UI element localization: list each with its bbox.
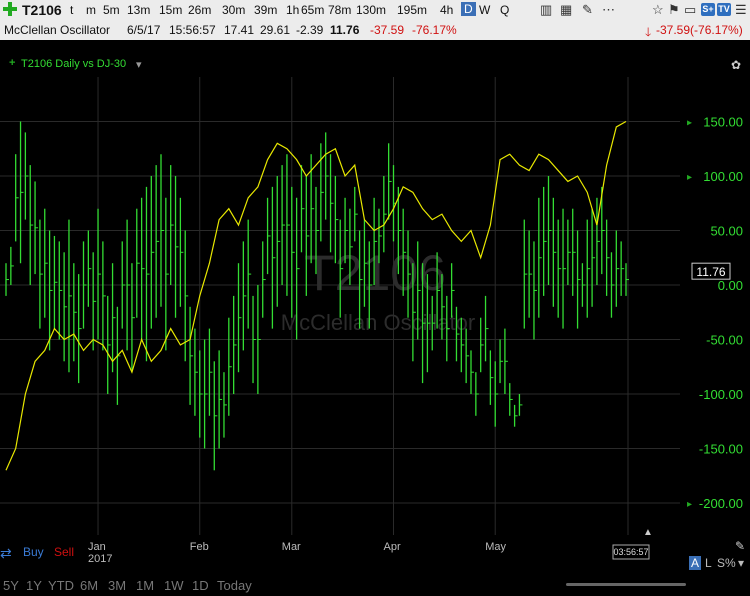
- x-tick-label: Jan: [88, 541, 106, 553]
- add-symbol-icon[interactable]: [3, 2, 17, 16]
- y-tick-label: -100.00: [699, 387, 743, 402]
- axis-marker-icon: ▸: [687, 172, 692, 183]
- range-1y[interactable]: 1Y: [26, 578, 42, 593]
- y-tick-label: -150.00: [699, 442, 743, 457]
- horizontal-scrollbar[interactable]: [566, 583, 686, 586]
- symbol-label[interactable]: T2106: [22, 2, 62, 18]
- range-bar: 5Y 1Y YTD 6M 3M 1M 1W 1D Today: [0, 576, 750, 596]
- favorite-star-icon[interactable]: ☆: [652, 2, 664, 18]
- chart-title[interactable]: T2106 Daily vs DJ-30: [21, 58, 126, 70]
- timeframe-13m[interactable]: 13m: [127, 3, 150, 17]
- timeframe-15m[interactable]: 15m: [159, 3, 182, 17]
- chart-type-icon[interactable]: ▥: [540, 2, 552, 18]
- timeframe-1h[interactable]: 1h: [286, 3, 299, 17]
- timeframe-4h[interactable]: 4h: [440, 3, 453, 17]
- palette-icon[interactable]: ✿: [731, 58, 741, 72]
- timeframe-195m[interactable]: 195m: [397, 3, 427, 17]
- percent-scale-button[interactable]: S%: [717, 556, 736, 570]
- buy-button[interactable]: Buy: [23, 545, 44, 559]
- chart-area[interactable]: T2106 McClellan Oscillator 150.00 100.00 50.…: [0, 40, 750, 576]
- range-6m[interactable]: 6M: [80, 578, 98, 593]
- timeframe-m[interactable]: m: [86, 3, 96, 17]
- x-tick-label: Apr: [384, 541, 401, 553]
- timeframe-39m[interactable]: 39m: [254, 3, 277, 17]
- range-1m[interactable]: 1M: [136, 578, 154, 593]
- y-tick-label: 100.00: [703, 169, 743, 184]
- timeframe-26m[interactable]: 26m: [188, 3, 211, 17]
- timeframe-130m[interactable]: 130m: [356, 3, 386, 17]
- y-tick-label: -50.00: [706, 333, 743, 348]
- alert-icon[interactable]: ▭: [684, 2, 696, 18]
- scroll-up-icon[interactable]: ▲: [643, 527, 653, 538]
- quote-last: 11.76: [330, 23, 360, 37]
- range-1w[interactable]: 1W: [164, 578, 184, 593]
- tv-icon[interactable]: TV: [717, 3, 731, 16]
- y-tick-label: 150.00: [703, 115, 743, 130]
- sell-button[interactable]: Sell: [54, 545, 74, 559]
- watermark-study: McClellan Oscillator: [281, 310, 475, 335]
- range-ytd[interactable]: YTD: [48, 578, 74, 593]
- y-tick-label: -200.00: [699, 496, 743, 511]
- auto-scale-button[interactable]: A: [689, 556, 702, 570]
- range-today[interactable]: Today: [217, 578, 252, 593]
- quote-date: 6/5/17: [127, 23, 161, 37]
- toolbar: T2106 t m 5m 13m 15m 26m 30m 39m 1h 65m 78m 130m 195…: [0, 0, 750, 20]
- time-label: 03:56:57: [613, 547, 648, 557]
- x-tick-label: 2017: [88, 553, 112, 565]
- timeframe-78m[interactable]: 78m: [328, 3, 351, 17]
- x-tick-label: Feb: [190, 541, 209, 553]
- settings-icon[interactable]: ⋯: [602, 2, 615, 18]
- axis-marker-icon: ▸: [687, 118, 692, 129]
- flag-icon[interactable]: ⚑: [668, 2, 680, 18]
- timeframe-d[interactable]: D: [461, 2, 476, 16]
- quote-high: 29.61: [260, 23, 291, 37]
- quote-time: 15:56:57: [169, 23, 216, 37]
- draw-icon[interactable]: ✎: [582, 2, 593, 18]
- timeframe-q[interactable]: Q: [500, 3, 509, 17]
- x-tick-label: May: [485, 541, 506, 553]
- range-5y[interactable]: 5Y: [3, 578, 19, 593]
- timeframe-30m[interactable]: 30m: [222, 3, 245, 17]
- y-tick-label: 50.00: [710, 224, 743, 239]
- timeframe-t[interactable]: t: [70, 3, 73, 17]
- timeframe-5m[interactable]: 5m: [103, 3, 120, 17]
- quote-bar: McClellan Oscillator 6/5/17 15:56:57 17.…: [0, 20, 750, 40]
- x-tick-label: Mar: [282, 541, 301, 553]
- timeframe-w[interactable]: W: [479, 3, 490, 17]
- collapse-icon[interactable]: +: [9, 57, 15, 69]
- quote-low: -2.39: [296, 23, 324, 37]
- quote-change-summary: -37.59(-76.17%): [656, 23, 743, 37]
- y-tick-label: 0.00: [718, 278, 743, 293]
- range-3m[interactable]: 3M: [108, 578, 126, 593]
- current-value-label: 11.76: [696, 265, 725, 279]
- pencil-icon[interactable]: ✎: [735, 539, 745, 553]
- chevron-down-icon[interactable]: ▾: [136, 58, 142, 71]
- quote-change-pct: -76.17%: [412, 23, 457, 37]
- quote-change: -37.59: [370, 23, 405, 37]
- quote-open: 17.41: [224, 23, 255, 37]
- axis-marker-icon: ▸: [687, 499, 692, 510]
- calculator-icon[interactable]: ▦: [560, 2, 572, 18]
- chevron-down-icon[interactable]: ▾: [738, 556, 744, 570]
- s-plus-button-icon[interactable]: S+: [701, 3, 715, 16]
- menu-icon[interactable]: ☰: [735, 2, 747, 18]
- study-name: McClellan Oscillator: [4, 23, 111, 37]
- range-1d[interactable]: 1D: [192, 578, 209, 593]
- watermark-symbol: T2106: [304, 245, 446, 301]
- log-scale-button[interactable]: L: [705, 556, 712, 570]
- timeframe-65m[interactable]: 65m: [301, 3, 324, 17]
- trade-icon[interactable]: ⇄: [0, 545, 12, 562]
